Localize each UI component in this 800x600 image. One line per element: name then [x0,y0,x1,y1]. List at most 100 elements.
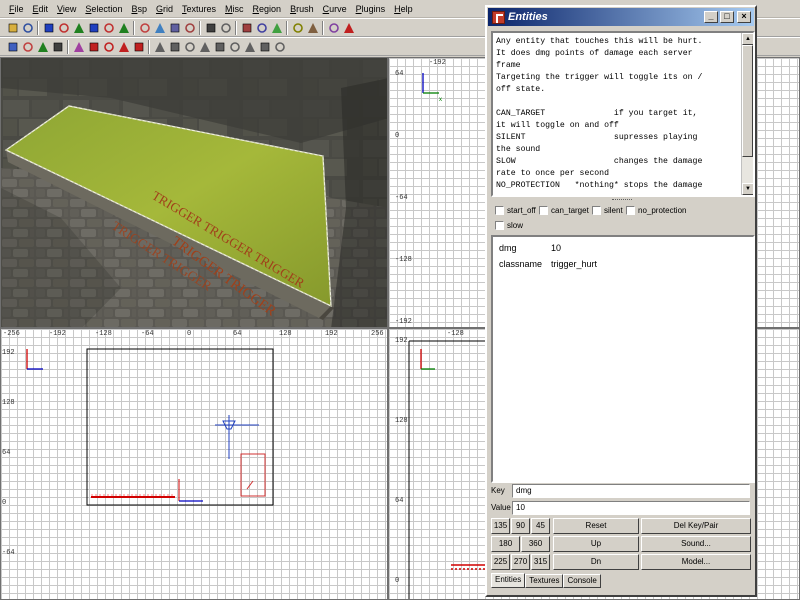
rotate-x-icon[interactable] [87,21,101,35]
toolbar-separator [133,21,135,35]
menu-file[interactable]: File [6,4,30,14]
scroll-down-icon[interactable]: ▼ [742,183,753,195]
menu-view[interactable]: View [54,4,82,14]
flag-label: start_off [507,205,536,215]
keyvalue-row[interactable]: dmg 10 [499,243,561,253]
hollow-icon[interactable] [168,21,182,35]
arrow-down-icon[interactable] [87,40,101,54]
toolbar-separator [148,40,150,54]
cycle-icon[interactable] [36,40,50,54]
grid-i-icon[interactable] [273,40,287,54]
checkbox-icon[interactable] [539,205,548,215]
model-button[interactable]: Model... [641,554,751,570]
checkbox-icon[interactable] [626,205,635,215]
dn-button[interactable]: Dn [553,554,639,570]
arrow-left-icon[interactable] [102,40,116,54]
flag-start-off[interactable]: start_off [495,204,536,216]
flip-x-icon[interactable] [42,21,56,35]
grid-d-icon[interactable] [198,40,212,54]
flag-can-target[interactable]: can_target [539,204,589,216]
menu-edit[interactable]: Edit [30,4,55,14]
angle-270-button[interactable]: 270 [511,554,530,570]
del-key-pair-button[interactable]: Del Key/Pair [641,518,751,534]
sound-button[interactable]: Sound... [641,536,751,552]
open-icon[interactable] [6,21,20,35]
entity-description-box[interactable]: Any entity that touches this will be hur… [491,31,755,197]
angle-90-button[interactable]: 90 [511,518,530,534]
angle-135-button[interactable]: 135 [491,518,510,534]
texture-lock-icon[interactable] [291,21,305,35]
key-label: Key [491,486,505,495]
minimize-button[interactable]: _ [704,11,718,23]
maximize-button[interactable]: □ [720,11,734,23]
menu-region[interactable]: Region [250,4,288,14]
close-button[interactable]: × [737,11,751,23]
sphere-icon[interactable] [6,40,20,54]
rotate-y-icon[interactable] [102,21,116,35]
menu-grid[interactable]: Grid [153,4,179,14]
grid-b-icon[interactable] [168,40,182,54]
angle-180-button[interactable]: 180 [491,536,520,552]
grid-h-icon[interactable] [258,40,272,54]
grid-a-icon[interactable] [153,40,167,54]
grid-f-icon[interactable] [228,40,242,54]
view-change-icon[interactable] [219,21,233,35]
checkbox-icon[interactable] [495,205,504,215]
up-button[interactable]: Up [553,536,639,552]
scroll-thumb[interactable] [742,45,753,157]
arrow-up-icon[interactable] [132,40,146,54]
splitter-handle[interactable] [612,199,632,201]
pointer-icon[interactable] [21,40,35,54]
menu-plugins[interactable]: Plugins [353,4,392,14]
flag-slow[interactable]: slow [495,219,523,231]
tab-console[interactable]: Console [563,574,601,588]
camera-viewport[interactable]: TRIGGER TRIGGER TRIGGER TRIGGER TRIGGER … [0,57,388,328]
menu-misc[interactable]: Misc [222,4,250,14]
select-complete-icon[interactable] [240,21,254,35]
csg-merge-icon[interactable] [153,21,167,35]
menu-curve[interactable]: Curve [320,4,353,14]
region-icon[interactable] [327,21,341,35]
tab-textures[interactable]: Textures [525,574,564,588]
value-input[interactable]: 10 [512,501,750,515]
csg-subtract-icon[interactable] [138,21,152,35]
description-scrollbar[interactable]: ▲ ▼ [741,33,753,195]
menu-selection[interactable]: Selection [82,4,128,14]
arrow-right-icon[interactable] [117,40,131,54]
menu-bsp[interactable]: Bsp [128,4,153,14]
select-touching-icon[interactable] [270,21,284,35]
flip-z-icon[interactable] [72,21,86,35]
flag-silent[interactable]: silent [592,204,623,216]
clipper-icon[interactable] [183,21,197,35]
xy-view[interactable]: -256 -192 -128 -64 0 64 128 192 256 192 128 64 0 -64 [0,328,388,600]
reset-button[interactable]: Reset [553,518,639,534]
angle-315-button[interactable]: 315 [531,554,550,570]
menu-help[interactable]: Help [391,4,419,14]
keyvalue-row[interactable]: classname trigger_hurt [499,259,597,269]
save-icon[interactable] [21,21,35,35]
grid-c-icon[interactable] [183,40,197,54]
menu-brush[interactable]: Brush [287,4,320,14]
flag-no-protection[interactable]: no_protection [626,204,686,216]
angle-360-button[interactable]: 360 [521,536,550,552]
grid-e-icon[interactable] [213,40,227,54]
texture-icon[interactable] [72,40,86,54]
window-titlebar[interactable]: Entities _ □ × [488,8,754,26]
camera-icon[interactable] [204,21,218,35]
angle-225-button[interactable]: 225 [491,554,510,570]
menu-textures[interactable]: Textures [179,4,222,14]
angle-45-button[interactable]: 45 [531,518,550,534]
select-inside-icon[interactable] [255,21,269,35]
circle-icon[interactable] [51,40,65,54]
flip-y-icon[interactable] [57,21,71,35]
rotate-z-icon[interactable] [117,21,131,35]
entity-icon[interactable] [342,21,356,35]
scroll-up-icon[interactable]: ▲ [742,33,753,45]
patch-icon[interactable] [306,21,320,35]
checkbox-icon[interactable] [592,205,601,215]
keyvalue-list[interactable]: dmg 10 classname trigger_hurt [491,235,755,483]
checkbox-icon[interactable] [495,220,504,230]
tab-entities[interactable]: Entities [491,573,526,588]
grid-g-icon[interactable] [243,40,257,54]
key-input[interactable]: dmg [512,484,750,498]
